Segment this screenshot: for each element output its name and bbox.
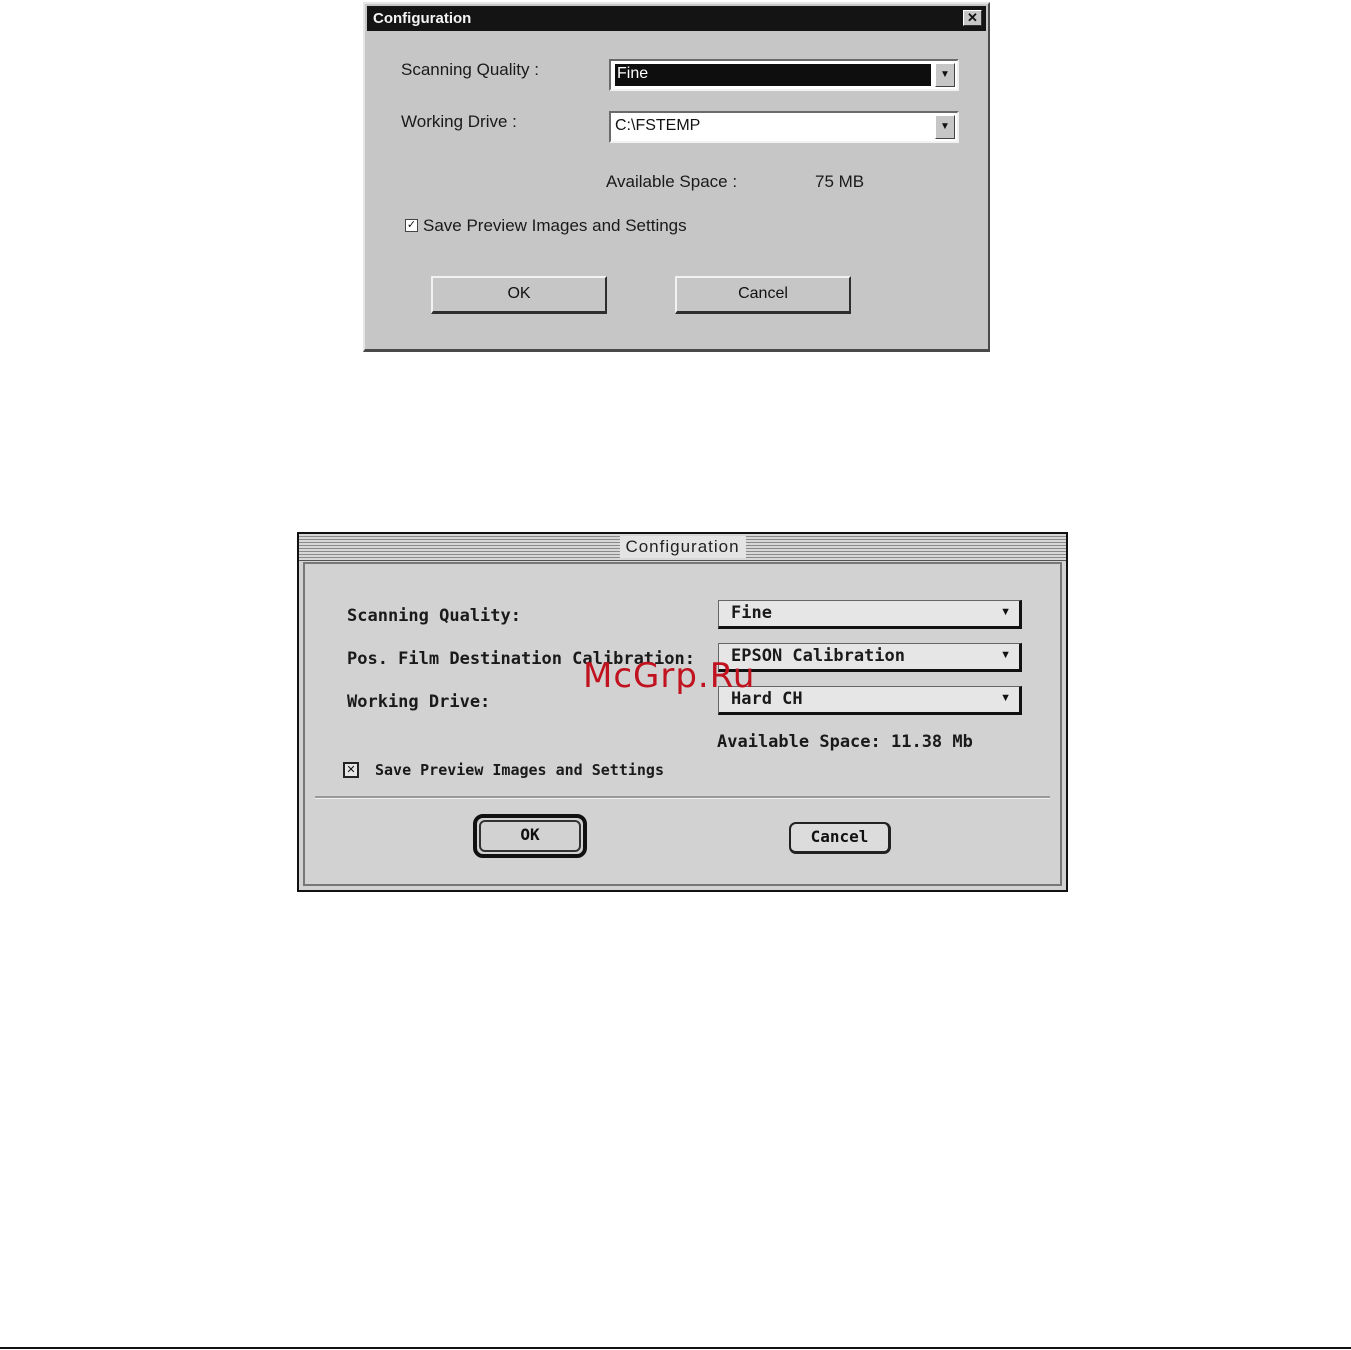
mac-scanning-quality-value: Fine (731, 603, 772, 623)
cancel-button[interactable]: Cancel (675, 276, 851, 314)
mac-available-space: Available Space: 11.38 Mb (717, 732, 973, 752)
chevron-down-icon: ▼ (1000, 692, 1011, 704)
mac-scanning-quality-label: Scanning Quality: (347, 606, 521, 626)
scanning-quality-value: Fine (615, 64, 931, 86)
mac-working-drive-label: Working Drive: (347, 692, 491, 712)
chevron-down-icon: ▼ (1000, 649, 1011, 661)
mac-divider (315, 796, 1050, 799)
save-preview-label[interactable]: Save Preview Images and Settings (423, 216, 687, 236)
working-drive-label: Working Drive : (401, 112, 517, 131)
ok-button[interactable]: OK (431, 276, 607, 314)
working-drive-select[interactable]: C:\FSTEMP ▼ (609, 111, 959, 143)
watermark: McGrp.Ru (583, 656, 756, 696)
mac-ok-button-label[interactable]: OK (479, 820, 581, 852)
mac-ok-button[interactable]: OK (473, 814, 587, 858)
mac-scanning-quality-popup[interactable]: Fine ▼ (718, 600, 1022, 629)
chevron-down-icon[interactable]: ▼ (935, 63, 955, 87)
mac-dialog-body: Scanning Quality: Fine ▼ Pos. Film Desti… (303, 562, 1062, 886)
mac-calibration-popup[interactable]: EPSON Calibration ▼ (718, 643, 1022, 672)
mac-dialog-title: Configuration (619, 536, 746, 558)
chevron-down-icon: ▼ (1000, 606, 1011, 618)
save-preview-checkbox[interactable]: ✓ (405, 219, 418, 232)
windows-configuration-dialog: Configuration ✕ Scanning Quality : Fine … (363, 2, 990, 352)
mac-save-preview-label[interactable]: Save Preview Images and Settings (375, 761, 664, 779)
scanning-quality-select[interactable]: Fine ▼ (609, 59, 959, 91)
available-space-label: Available Space : (606, 172, 738, 191)
mac-cancel-button[interactable]: Cancel (789, 822, 891, 854)
available-space-value: 75 MB (815, 172, 865, 191)
mac-calibration-value: EPSON Calibration (731, 646, 905, 666)
windows-title-bar[interactable]: Configuration ✕ (367, 6, 986, 31)
chevron-down-icon[interactable]: ▼ (935, 115, 955, 139)
scanning-quality-label: Scanning Quality : (401, 60, 539, 79)
page-bottom-rule (0, 1347, 1351, 1349)
mac-title-bar[interactable]: Configuration (299, 534, 1066, 561)
mac-configuration-dialog: Configuration Scanning Quality: Fine ▼ P… (297, 532, 1068, 892)
close-icon[interactable]: ✕ (963, 10, 982, 26)
working-drive-value: C:\FSTEMP (615, 117, 701, 134)
mac-working-drive-popup[interactable]: Hard CH ▼ (718, 686, 1022, 715)
windows-dialog-title: Configuration (373, 10, 472, 27)
mac-save-preview-checkbox[interactable]: ✕ (343, 762, 359, 778)
